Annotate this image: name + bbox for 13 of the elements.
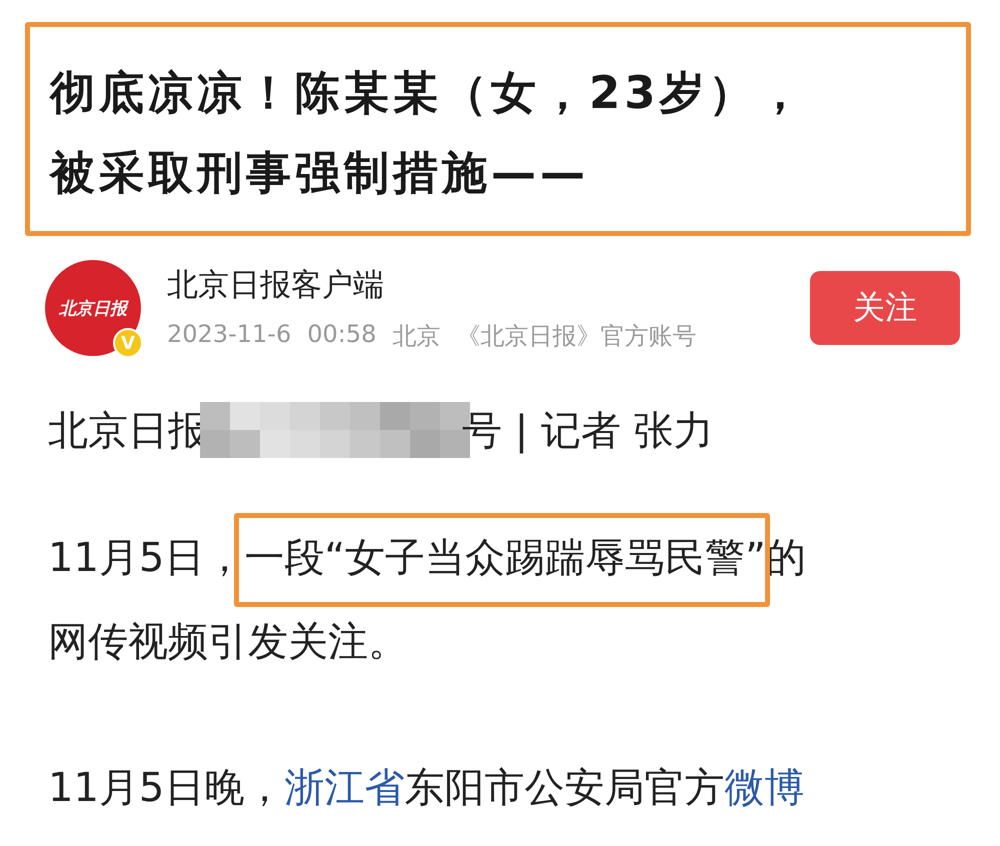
account-label: 《北京日报》官方账号: [456, 321, 696, 352]
byline-text: 号 | 记者 张力: [462, 406, 714, 456]
paragraph: 11月5日晚，浙江省东阳市公安局官方微博: [48, 764, 806, 813]
verified-badge: V: [113, 328, 143, 358]
publisher-logo[interactable]: 北京日报 V: [45, 260, 141, 356]
publish-date: 2023-11-6: [167, 320, 292, 350]
publisher-name[interactable]: 北京日报客户端: [167, 264, 810, 306]
headline: 彻底凉凉！陈某某（女，23岁），被采取刑事强制措施——: [50, 65, 808, 201]
link[interactable]: 微博: [724, 765, 804, 811]
follow-button[interactable]: 关注: [810, 271, 960, 345]
publish-time: 00:58: [307, 320, 376, 350]
location: 北京: [392, 321, 440, 352]
link[interactable]: 浙江省: [284, 765, 404, 811]
